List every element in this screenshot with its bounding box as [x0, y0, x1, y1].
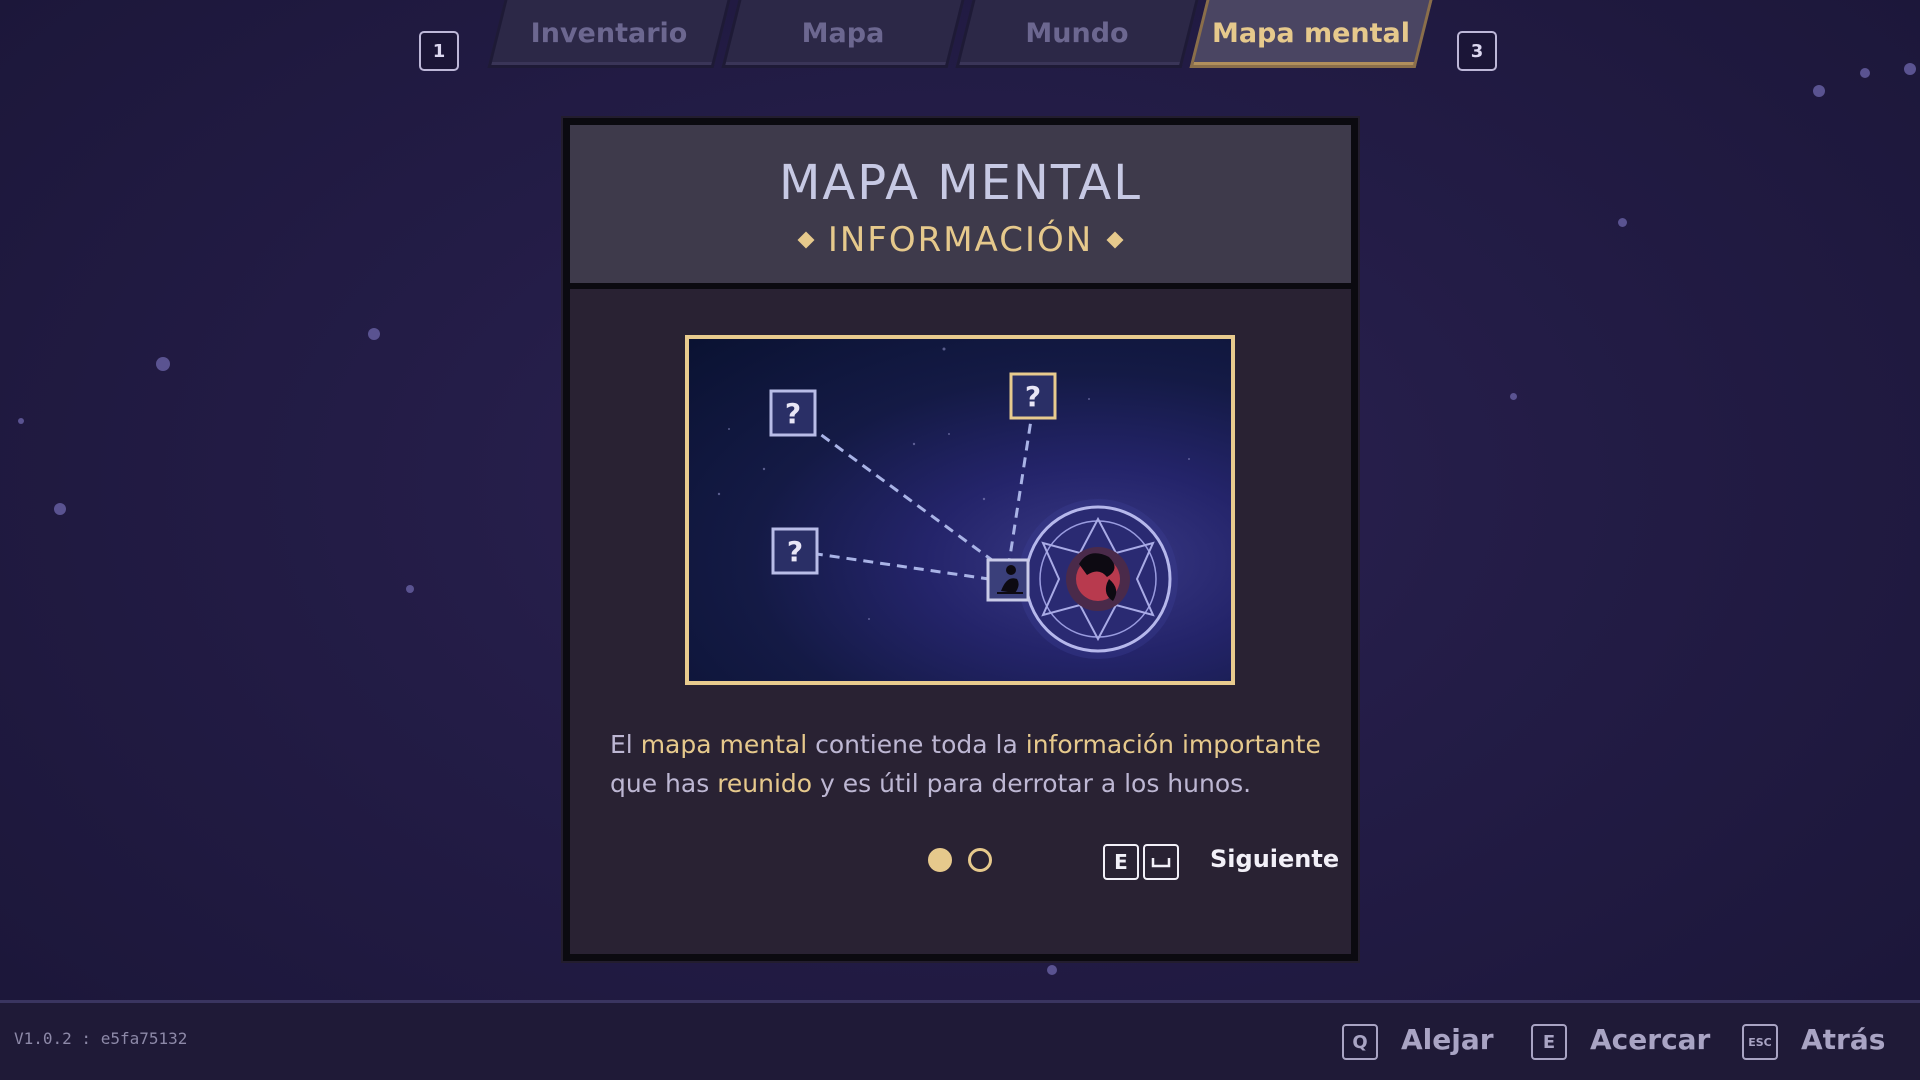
unknown-node: ? — [1009, 372, 1057, 420]
back-label[interactable]: Atrás — [1801, 1023, 1885, 1056]
star — [1047, 965, 1057, 975]
zoom-in-label[interactable]: Acercar — [1590, 1023, 1710, 1056]
svg-text:?: ? — [787, 535, 803, 568]
description-line-2: que has reunido y es útil para derrotar … — [610, 764, 1330, 803]
connection-line — [795, 549, 990, 581]
info-panel: MAPA MENTAL INFORMACIÓN ? ? ? El mapa me… — [563, 118, 1358, 961]
description-line-1: El mapa mental contiene toda la informac… — [610, 725, 1330, 764]
svg-text:?: ? — [785, 397, 801, 430]
unknown-node: ? — [769, 389, 817, 437]
panel-description: El mapa mental contiene toda la informac… — [610, 725, 1330, 803]
next-key-e[interactable]: E — [1103, 844, 1139, 880]
version-label: V1.0.2 : e5fa75132 — [14, 1029, 188, 1048]
zoom-out-key[interactable]: Q — [1342, 1024, 1378, 1060]
top-tab-bar: 1 Inventario Mapa Mundo Mapa mental 3 — [0, 0, 1920, 80]
star — [18, 418, 24, 424]
star — [368, 328, 380, 340]
diamond-icon — [797, 231, 815, 249]
zoom-out-label[interactable]: Alejar — [1401, 1023, 1494, 1056]
description-text: El — [610, 730, 641, 759]
tab-mundo-label: Mundo — [1025, 18, 1129, 49]
star — [1510, 393, 1517, 400]
star — [1813, 85, 1825, 97]
mind-map-illustration: ? ? ? — [685, 335, 1235, 685]
description-highlight: mapa mental — [640, 730, 808, 759]
panel-header: MAPA MENTAL INFORMACIÓN — [570, 125, 1351, 289]
zoom-in-key[interactable]: E — [1531, 1024, 1567, 1060]
star — [406, 585, 414, 593]
star — [156, 357, 170, 371]
svg-text:?: ? — [1025, 380, 1041, 413]
page-dot[interactable] — [968, 848, 992, 872]
star — [1618, 218, 1627, 227]
description-text: que has — [610, 769, 718, 798]
star — [54, 503, 66, 515]
next-button[interactable]: Siguiente — [1210, 845, 1339, 873]
description-text: contiene toda la — [807, 730, 1026, 759]
page-dot-active[interactable] — [928, 848, 952, 872]
character-node — [986, 558, 1030, 602]
description-text: y es útil para derrotar a los hunos. — [812, 769, 1252, 798]
tab-mapa-label: Mapa — [801, 18, 885, 49]
panel-title: MAPA MENTAL — [778, 155, 1143, 211]
next-tab-key[interactable]: 3 — [1457, 31, 1497, 71]
back-key[interactable]: ESC — [1742, 1024, 1778, 1060]
mandala-portrait-node — [1018, 499, 1178, 659]
diamond-icon — [1106, 231, 1124, 249]
unknown-node: ? — [771, 527, 819, 575]
description-highlight: información importante — [1025, 730, 1321, 759]
description-highlight: reunido — [717, 769, 813, 798]
space-bar-icon[interactable] — [1143, 844, 1179, 880]
connection-line — [793, 413, 997, 565]
page-indicator — [928, 848, 992, 872]
mind-map-graphic: ? ? ? — [717, 347, 1190, 659]
connection-lines — [793, 406, 1035, 581]
tab-mapa-mental-label: Mapa mental — [1211, 18, 1411, 49]
prev-tab-key[interactable]: 1 — [419, 31, 459, 71]
bottom-bar: V1.0.2 : e5fa75132 Q Alejar E Acercar ES… — [0, 1000, 1920, 1080]
panel-subtitle-row: INFORMACIÓN — [570, 217, 1351, 263]
tab-inventario-label: Inventario — [530, 18, 688, 49]
panel-subtitle: INFORMACIÓN — [827, 220, 1094, 260]
